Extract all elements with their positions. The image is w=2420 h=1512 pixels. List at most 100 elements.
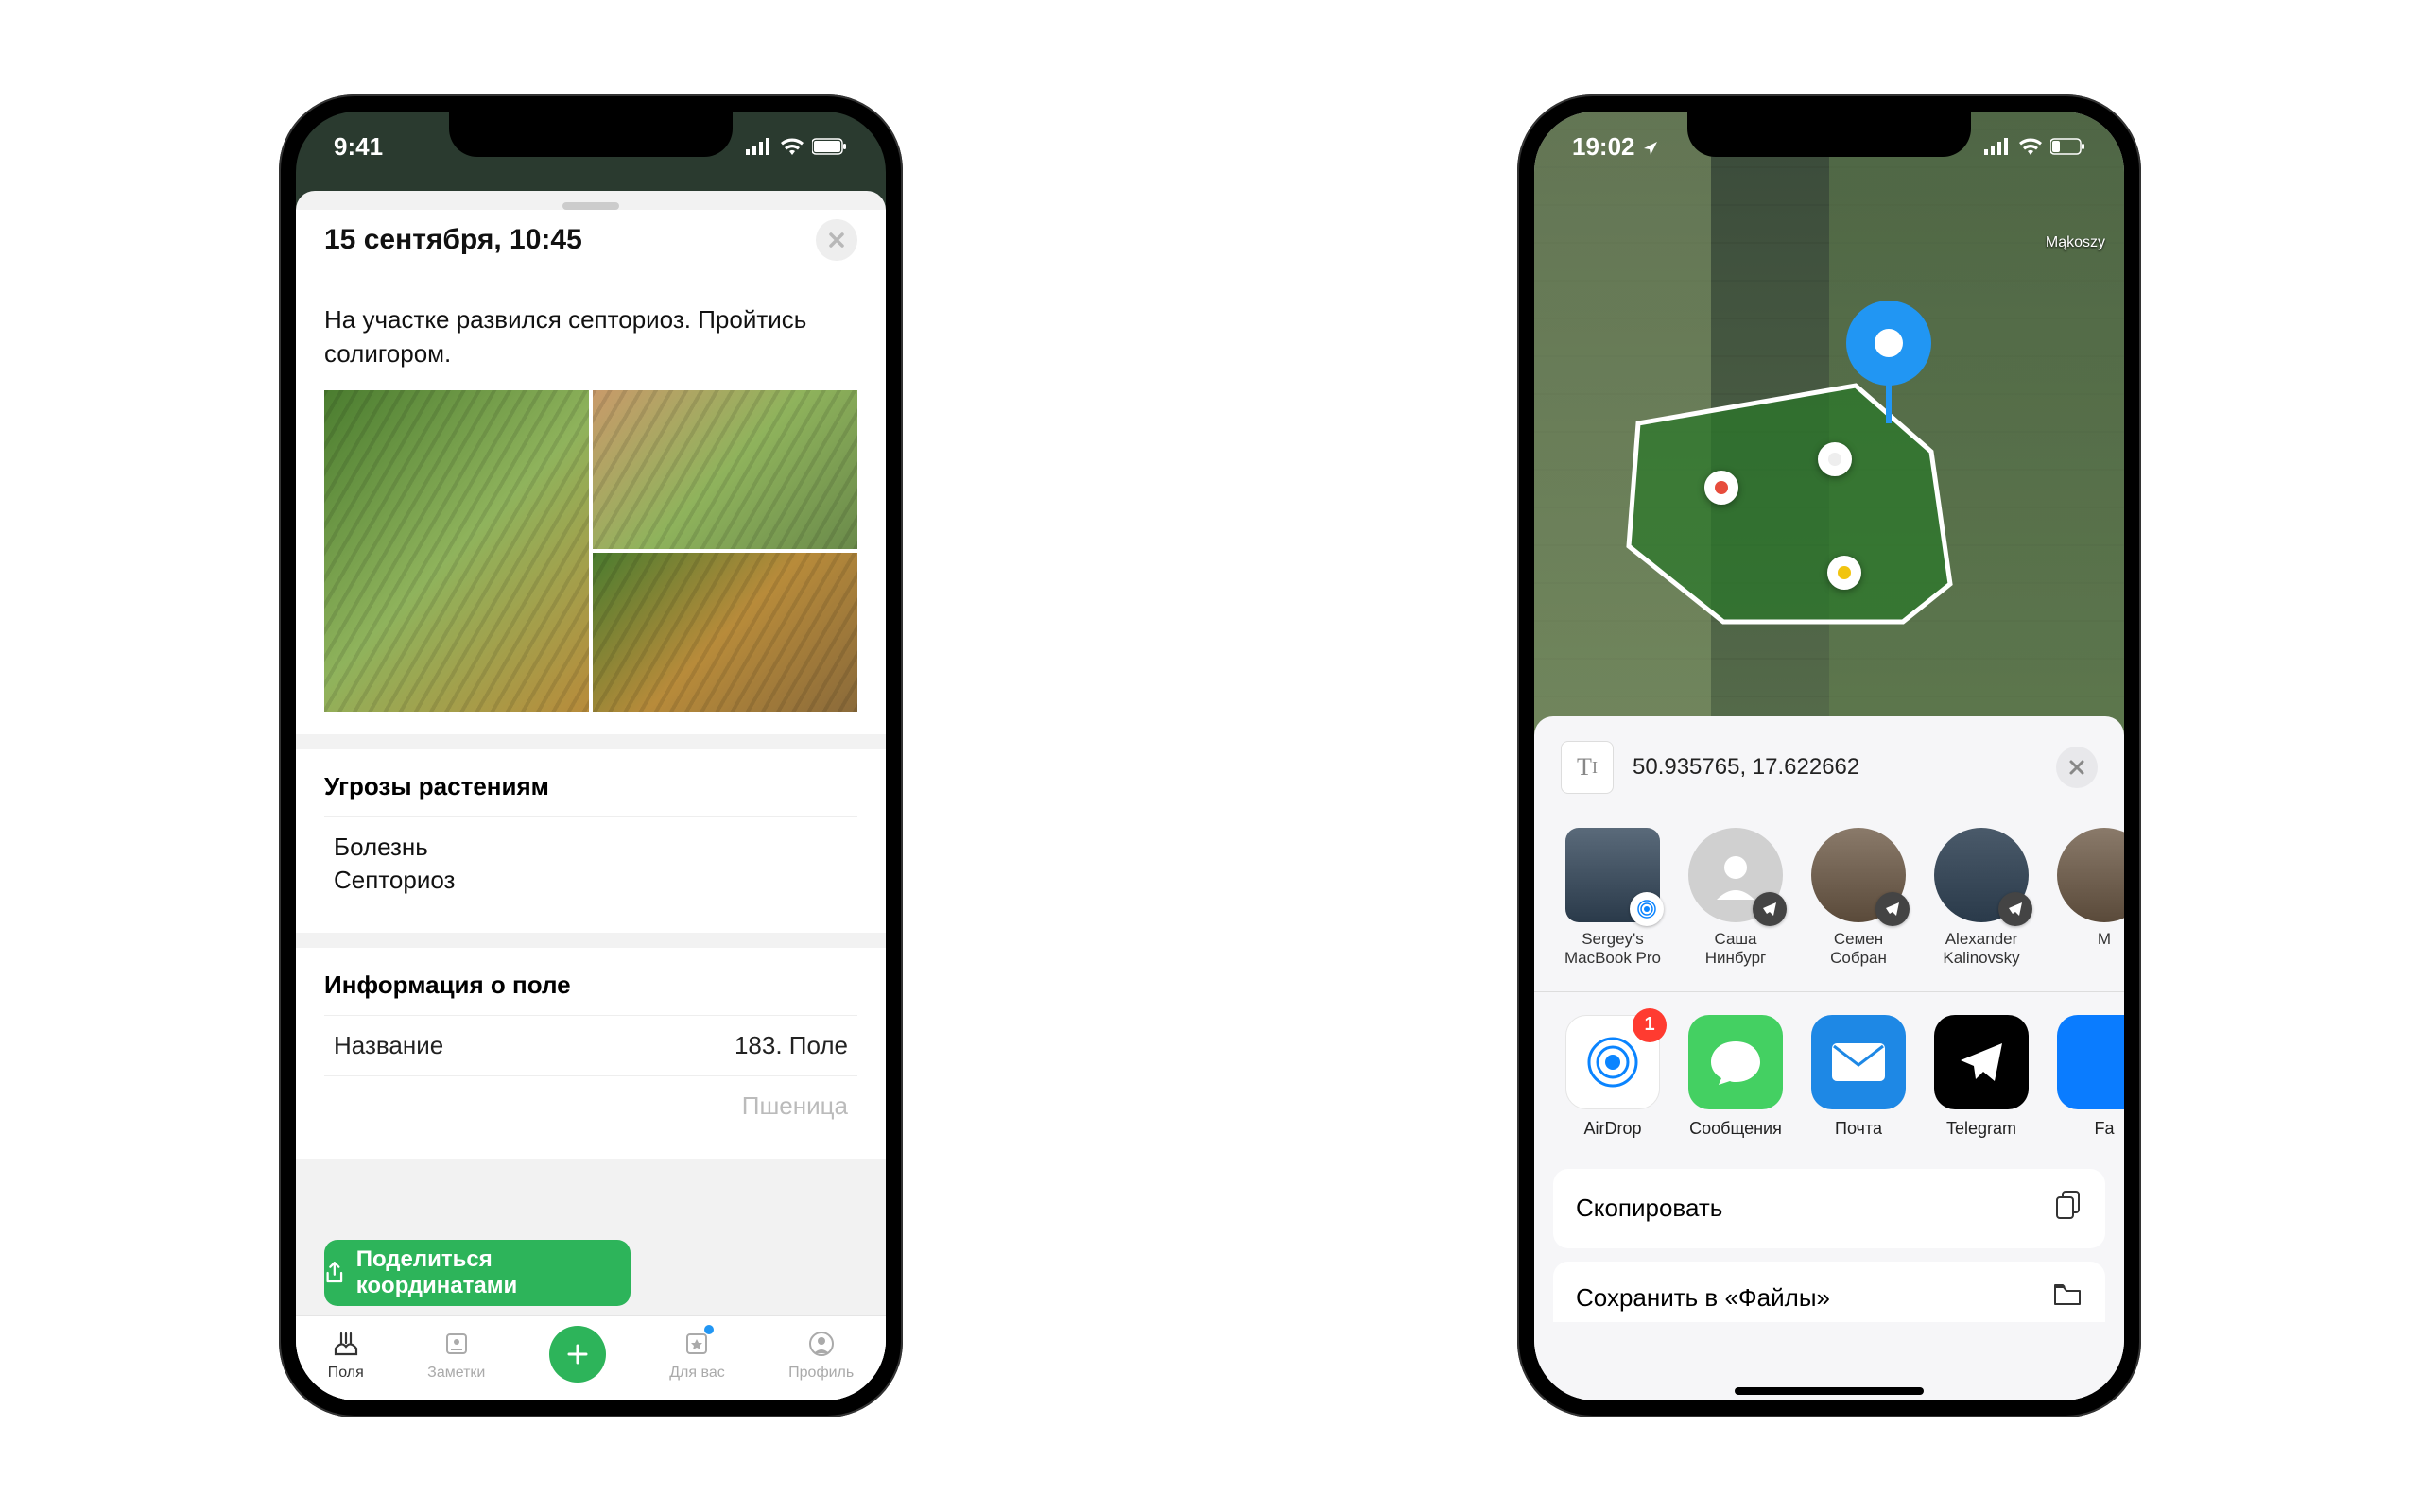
field-crop-value: Пшеница — [742, 1091, 848, 1121]
notch — [449, 112, 733, 157]
telegram-icon — [1934, 1015, 2029, 1109]
messages-icon — [1688, 1015, 1783, 1109]
photo-2[interactable] — [593, 390, 857, 549]
contact-semen[interactable]: Семен Собран — [1806, 828, 1910, 969]
close-icon — [2068, 759, 2085, 776]
notch — [1687, 112, 1971, 157]
action-copy[interactable]: Скопировать — [1553, 1169, 2105, 1248]
airdrop-badge: 1 — [1633, 1008, 1667, 1042]
coordinates-text: 50.935765, 17.622662 — [1633, 754, 2037, 781]
contact-name: Семен Собран — [1806, 930, 1910, 969]
tab-notes[interactable]: Заметки — [427, 1327, 485, 1382]
action-save-files[interactable]: Сохранить в «Файлы» — [1553, 1262, 2105, 1322]
contact-macbook[interactable]: Sergey's MacBook Pro — [1561, 828, 1665, 969]
action-list: Скопировать Сохранить в «Файлы» — [1534, 1161, 2124, 1343]
airdrop-contacts-row[interactable]: Sergey's MacBook Pro Саша Нинбург — [1534, 794, 2124, 991]
contact-name: M — [2098, 930, 2111, 949]
share-header: TI 50.935765, 17.622662 — [1534, 735, 2124, 794]
share-btn-label: Поделиться координатами — [356, 1246, 631, 1299]
app-mail[interactable]: Почта — [1806, 1015, 1910, 1139]
screen-right: 19:02 Mąkoszy TI 50.935765, 17.622662 — [1534, 112, 2124, 1400]
screen-left: 9:41 15 сентября, 10:45 На участке разви… — [296, 112, 886, 1400]
telegram-badge-icon — [1998, 892, 2032, 926]
app-more[interactable]: Fa — [2052, 1015, 2124, 1139]
sheet-handle[interactable] — [562, 202, 619, 210]
contact-sasha[interactable]: Саша Нинбург — [1684, 828, 1788, 969]
airdrop-badge-icon — [1630, 892, 1664, 926]
ios-share-sheet: TI 50.935765, 17.622662 Sergey's MacBook… — [1534, 716, 2124, 1400]
field-info-section: Информация о поле Название 183. Поле Пше… — [296, 948, 886, 1159]
laptop-icon — [1565, 828, 1660, 922]
home-indicator[interactable] — [1735, 1387, 1924, 1395]
tab-fields-label: Поля — [328, 1365, 364, 1382]
share-coordinates-button[interactable]: Поделиться координатами — [324, 1240, 631, 1306]
bottom-sheet: 15 сентября, 10:45 На участке развился с… — [296, 191, 886, 1400]
avatar-icon — [2057, 828, 2124, 922]
notes-icon — [440, 1327, 474, 1361]
app-name: Fa — [2094, 1119, 2114, 1139]
avatar-icon — [1811, 828, 1906, 922]
field-name-value: 183. Поле — [735, 1031, 848, 1060]
sheet-header: 15 сентября, 10:45 — [296, 210, 886, 280]
threat-type: Болезнь — [334, 833, 428, 862]
tab-foryou[interactable]: Для вас — [669, 1327, 725, 1382]
tab-foryou-label: Для вас — [669, 1365, 725, 1382]
location-pin[interactable] — [1846, 301, 1931, 386]
tab-profile[interactable]: Профиль — [788, 1327, 854, 1382]
add-button[interactable] — [549, 1326, 606, 1383]
sheet-body[interactable]: На участке развился септориоз. Пройтись … — [296, 280, 886, 1400]
close-button[interactable] — [816, 219, 857, 261]
tab-profile-label: Профиль — [788, 1365, 854, 1382]
note-card: На участке развился септориоз. Пройтись … — [296, 280, 886, 734]
battery-icon — [812, 138, 848, 155]
plus-icon — [565, 1342, 590, 1366]
photo-1[interactable] — [324, 390, 589, 712]
text-type-icon: TI — [1561, 741, 1614, 794]
contact-alexander[interactable]: Alexander Kalinovsky — [1929, 828, 2033, 969]
photo-grid — [324, 390, 857, 712]
app-name: Telegram — [1946, 1119, 2016, 1139]
share-apps-row[interactable]: 1 AirDrop Сообщения Почта — [1534, 992, 2124, 1161]
field-polygon[interactable] — [1610, 376, 2007, 641]
signal-icon — [746, 138, 772, 155]
status-time: 9:41 — [334, 132, 383, 162]
wifi-icon — [2018, 138, 2043, 155]
map-place-label: Mąkoszy — [2046, 234, 2105, 251]
status-time: 19:02 — [1572, 132, 1659, 162]
app-messages[interactable]: Сообщения — [1684, 1015, 1788, 1139]
phone-right: 19:02 Mąkoszy TI 50.935765, 17.622662 — [1517, 94, 2141, 1418]
airdrop-icon: 1 — [1565, 1015, 1660, 1109]
contact-more[interactable]: M — [2052, 828, 2124, 969]
marker-red[interactable] — [1704, 471, 1738, 505]
app-telegram[interactable]: Telegram — [1929, 1015, 2033, 1139]
app-name: AirDrop — [1583, 1119, 1641, 1139]
avatar-icon — [1934, 828, 2029, 922]
status-indicators — [1984, 138, 2086, 155]
tab-fields[interactable]: Поля — [328, 1327, 364, 1382]
marker-white[interactable] — [1818, 442, 1852, 476]
contact-name: Sergey's MacBook Pro — [1561, 930, 1665, 969]
app-icon — [2057, 1015, 2124, 1109]
threat-row[interactable]: Болезнь Септориоз — [324, 816, 857, 910]
app-name: Сообщения — [1689, 1119, 1782, 1139]
phone-left: 9:41 15 сентября, 10:45 На участке разви… — [279, 94, 903, 1418]
app-airdrop[interactable]: 1 AirDrop — [1561, 1015, 1665, 1139]
mail-icon — [1811, 1015, 1906, 1109]
status-indicators — [746, 138, 848, 155]
folder-icon — [2052, 1282, 2083, 1314]
telegram-badge-icon — [1753, 892, 1787, 926]
close-button[interactable] — [2056, 747, 2098, 788]
wifi-icon — [780, 138, 804, 155]
action-label: Сохранить в «Файлы» — [1576, 1283, 1830, 1313]
field-crop-row[interactable]: Пшеница — [324, 1075, 857, 1136]
photo-3[interactable] — [593, 553, 857, 712]
battery-icon — [2050, 138, 2086, 155]
field-info-title: Информация о поле — [324, 971, 857, 1000]
telegram-badge-icon — [1876, 892, 1910, 926]
profile-icon — [804, 1327, 838, 1361]
sheet-title: 15 сентября, 10:45 — [324, 224, 582, 256]
contact-name: Саша Нинбург — [1684, 930, 1788, 969]
map-view[interactable]: 19:02 Mąkoszy — [1534, 112, 2124, 735]
marker-yellow[interactable] — [1827, 556, 1861, 590]
field-name-row[interactable]: Название 183. Поле — [324, 1015, 857, 1075]
